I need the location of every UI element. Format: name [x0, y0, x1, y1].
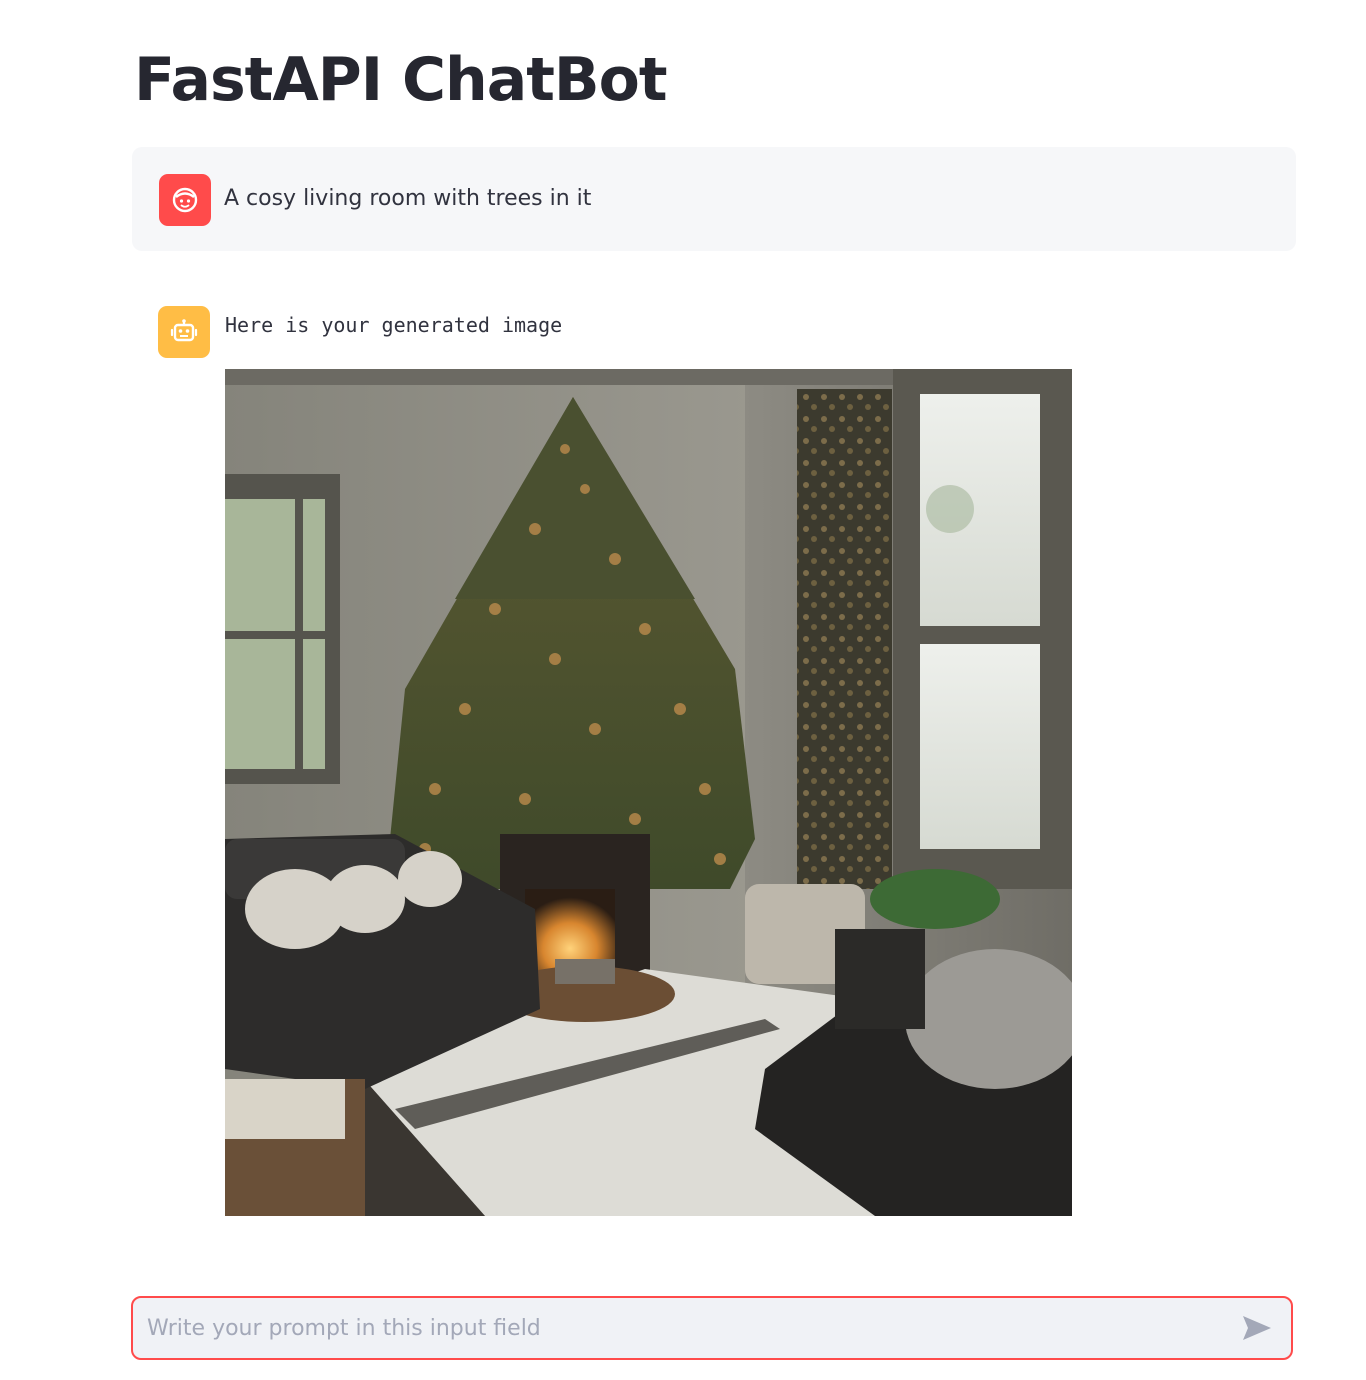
chat-input-box — [131, 1296, 1293, 1360]
living-room-illustration — [225, 369, 1072, 1216]
send-icon — [1243, 1316, 1271, 1340]
user-message-text: A cosy living room with trees in it — [224, 186, 592, 211]
assistant-message-text: Here is your generated image — [225, 313, 563, 337]
page-title: FastAPI ChatBot — [134, 45, 668, 115]
user-message: A cosy living room with trees in it — [132, 147, 1296, 251]
robot-icon — [170, 319, 198, 342]
chat-page: FastAPI ChatBot A cosy living room with … — [0, 0, 1366, 1380]
prompt-input[interactable] — [147, 1298, 1227, 1358]
assistant-avatar — [158, 306, 210, 358]
face-icon — [172, 187, 198, 213]
user-avatar — [159, 174, 211, 226]
generated-image — [225, 369, 1072, 1216]
send-button[interactable] — [1237, 1310, 1277, 1346]
